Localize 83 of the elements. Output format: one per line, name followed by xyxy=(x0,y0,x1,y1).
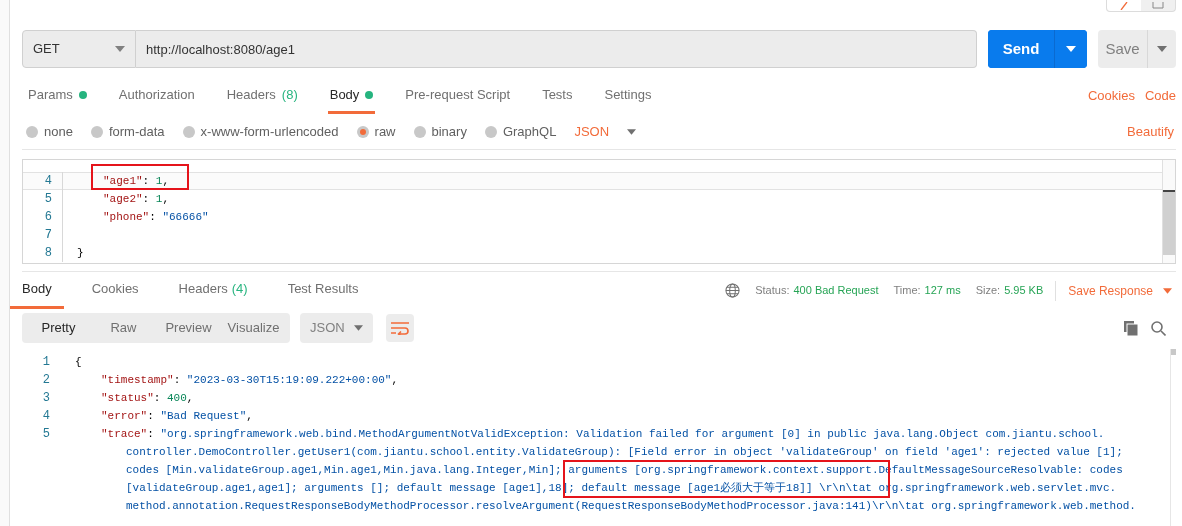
request-tab[interactable]: Headers (8) xyxy=(224,78,300,114)
edit-mode-button[interactable] xyxy=(1107,0,1141,11)
caret-icon xyxy=(627,128,637,135)
line-number: 5 xyxy=(41,426,51,443)
line-number: 2 xyxy=(41,372,51,389)
response-format-select[interactable]: JSON xyxy=(300,313,373,343)
send-options-button[interactable] xyxy=(1054,30,1087,68)
request-tab[interactable]: Body xyxy=(327,78,376,114)
radio-button[interactable] xyxy=(182,125,195,138)
request-body-editor[interactable]: 4 "age1": 1, 5 "age2": 1, 6 "phone": "66666" 7 8 } xyxy=(22,159,1176,264)
format-select[interactable]: JSON xyxy=(574,121,637,142)
comment-icon xyxy=(1152,2,1164,9)
response-tab[interactable]: Cookies xyxy=(79,272,151,309)
response-tab[interactable]: Body xyxy=(10,272,64,309)
method-select[interactable]: GET xyxy=(22,30,136,68)
code-line: "error": "Bad Request", xyxy=(101,409,253,422)
radio-button[interactable] xyxy=(484,125,497,138)
radio-button[interactable] xyxy=(356,125,369,138)
scrollbar[interactable] xyxy=(1162,160,1175,263)
meta-value: 127 ms xyxy=(924,283,961,299)
code-line: "age2": 1, xyxy=(103,192,170,205)
code-line: "trace": "org.springframework.web.bind.MethodArgumentNotValidException: Validation failed for argument [0] in public java.lang.Object com.jiantu.school. xyxy=(101,427,1105,440)
url-field[interactable]: http://localhost:8080/age1 xyxy=(136,30,977,68)
caret-icon xyxy=(354,325,363,331)
request-tab[interactable]: Pre-request Script xyxy=(403,78,513,114)
line-number: 1 xyxy=(41,354,51,371)
line-number: 4 xyxy=(23,172,63,190)
meta-label: Size: xyxy=(975,283,1001,299)
radio-label: binary xyxy=(431,122,467,141)
response-tab[interactable]: Test Results xyxy=(275,272,371,309)
code-line: { xyxy=(75,355,82,368)
radio-label: raw xyxy=(374,122,396,141)
line-number: 4 xyxy=(41,408,51,425)
meta-value: 5.95 KB xyxy=(1004,283,1044,299)
globe-icon[interactable] xyxy=(725,283,741,298)
request-tab[interactable]: Authorization xyxy=(116,78,197,114)
radio-label: none xyxy=(44,122,73,141)
save-response-button[interactable]: Save Response xyxy=(1068,281,1176,300)
method-label: GET xyxy=(33,40,60,59)
line-number: 3 xyxy=(41,390,51,407)
wrap-icon xyxy=(391,321,409,335)
wrap-lines-button[interactable] xyxy=(386,314,414,342)
view-tab[interactable]: Pretty xyxy=(26,313,91,343)
code-line: "age1": 1, xyxy=(103,174,170,187)
caret-icon xyxy=(1157,46,1167,52)
code-line: "phone": "66666" xyxy=(103,210,209,223)
request-tab[interactable]: Tests xyxy=(540,78,575,114)
radio-label: form-data xyxy=(108,122,165,141)
line-number: 5 xyxy=(23,190,63,208)
caret-icon xyxy=(1066,46,1076,52)
line-number: 6 xyxy=(23,208,63,226)
request-tab[interactable]: Settings xyxy=(602,78,654,114)
radio-button[interactable] xyxy=(90,125,103,138)
scrollbar[interactable] xyxy=(1170,349,1176,526)
radio-button[interactable] xyxy=(26,125,38,138)
save-options-button[interactable] xyxy=(1147,30,1176,68)
view-tab[interactable]: Preview xyxy=(156,313,221,343)
radio-label: GraphQL xyxy=(502,122,557,141)
beautify-link[interactable]: Beautify xyxy=(1127,121,1176,142)
radio-label: x-www-form-urlencoded xyxy=(200,122,339,141)
meta-value: 400 Bad Request xyxy=(793,283,879,299)
line-number: 7 xyxy=(23,226,63,244)
caret-icon xyxy=(115,46,125,52)
code-line: method.annotation.RequestResponseBodyMethodProcessor.resolveArgument(RequestResponseBodyMethodProcessor.java:141)\r\n\tat org.springframework.web.method. xyxy=(126,499,1136,512)
caret-icon xyxy=(1163,287,1172,294)
search-icon[interactable] xyxy=(1151,320,1166,336)
save-button[interactable]: Save xyxy=(1098,30,1147,68)
pencil-icon xyxy=(1119,1,1129,10)
code-line: "timestamp": "2023-03-30T15:19:09.222+00:00", xyxy=(101,373,399,386)
code-line: "status": 400, xyxy=(101,391,194,404)
meta-label: Time: xyxy=(893,283,921,299)
copy-icon[interactable] xyxy=(1124,320,1139,336)
meta-label: Status: xyxy=(755,283,790,299)
link[interactable]: Code xyxy=(1144,86,1176,106)
code-line: controller.DemoController.getUser1(com.jiantu.school.entity.ValidateGroup): [Field error in object 'validateGroup' on field 'age1': rejected value [1]; xyxy=(126,445,1123,458)
code-line: } xyxy=(77,246,84,259)
line-number: 8 xyxy=(23,244,63,262)
link[interactable]: Cookies xyxy=(1087,86,1135,106)
response-tab[interactable]: Headers (4) xyxy=(166,272,260,309)
view-tab[interactable]: Raw xyxy=(91,313,156,343)
view-tab[interactable]: Visualize xyxy=(221,313,286,343)
request-tab[interactable]: Params xyxy=(26,78,89,114)
radio-button[interactable] xyxy=(413,125,426,138)
